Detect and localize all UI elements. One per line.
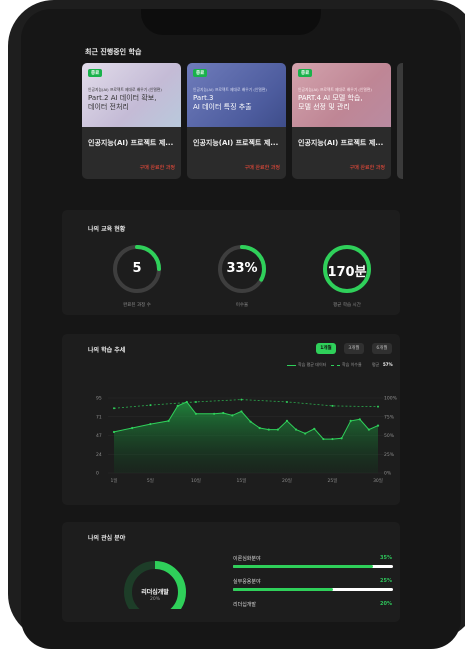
interest-bar-theory: [233, 565, 393, 568]
interest-donut: [124, 561, 186, 609]
interest-pct-practical: 25%: [380, 578, 392, 584]
interest-bar-fill: [233, 565, 373, 568]
interest-label-practical: 실무응용분야: [233, 579, 261, 585]
interest-pct-theory: 35%: [380, 555, 392, 561]
interest-bar-practical: [233, 588, 393, 591]
donut-pct: 20%: [149, 597, 160, 602]
donut-label: 리더십개발: [141, 589, 169, 596]
interest-label-leadership: 리더십개발: [233, 602, 257, 608]
interest-label-theory: 이론심화분야: [233, 556, 261, 562]
interest-bar-fill: [233, 588, 333, 591]
interest-pct-leadership: 20%: [380, 601, 392, 607]
